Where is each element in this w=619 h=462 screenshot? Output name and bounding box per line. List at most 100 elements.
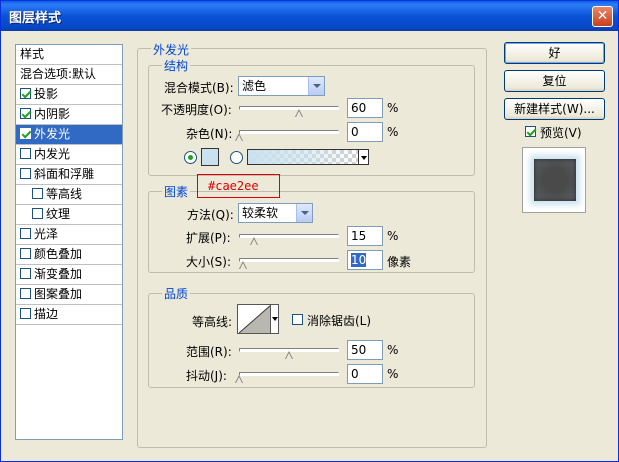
opacity-field[interactable]: 60 [347, 98, 383, 118]
range-unit: % [387, 343, 399, 357]
size-value: 10 [351, 253, 367, 267]
style-list-item-label: 内发光 [34, 147, 71, 161]
style-checkbox[interactable] [20, 308, 31, 319]
opacity-unit: % [387, 101, 399, 115]
opacity-slider-track[interactable] [239, 106, 339, 110]
style-list-item-label: 斜面和浮雕 [34, 167, 95, 181]
style-list-item[interactable]: 混合选项:默认 [16, 65, 122, 85]
style-preview-swatch [534, 159, 576, 201]
jitter-slider-thumb[interactable] [235, 375, 243, 384]
structure-title: 结构 [162, 57, 191, 74]
opacity-value: 60 [351, 101, 367, 115]
chevron-down-icon [361, 156, 367, 160]
noise-slider-track[interactable] [239, 130, 339, 134]
style-list-item[interactable]: 内阴影 [16, 105, 122, 125]
style-list-item-label: 图案叠加 [34, 287, 83, 301]
opacity-label: 不透明度(O): [161, 103, 232, 117]
layer-style-dialog: 图层样式 ✕ 样式 混合选项:默认 投影 内阴影 外发光 内发光 斜面和浮雕 等高线 纹理 光泽… [0, 0, 619, 462]
gradient-dropdown[interactable] [358, 149, 369, 165]
title-bar[interactable]: 图层样式 ✕ [1, 1, 618, 31]
style-list-item[interactable]: 颜色叠加 [16, 245, 122, 265]
style-checkbox[interactable] [20, 168, 31, 179]
size-slider-track[interactable] [239, 258, 339, 262]
chevron-down-icon [272, 317, 278, 321]
jitter-field[interactable]: 0 [347, 364, 383, 384]
size-slider-thumb[interactable] [239, 261, 247, 270]
size-field[interactable]: 10 [347, 250, 383, 270]
style-checkbox[interactable] [20, 228, 31, 239]
noise-label: 杂色(N): [186, 127, 233, 141]
style-list-item-label: 描边 [34, 307, 59, 321]
size-unit: 像素 [387, 255, 412, 269]
jitter-label: 抖动(J): [186, 369, 227, 383]
style-checkbox[interactable] [32, 188, 43, 199]
gradient-radio[interactable] [230, 151, 243, 164]
range-field[interactable]: 50 [347, 340, 383, 360]
style-list-item[interactable]: 图案叠加 [16, 285, 122, 305]
noise-slider-thumb[interactable] [235, 133, 243, 142]
close-button[interactable]: ✕ [592, 6, 613, 27]
style-checkbox[interactable] [20, 268, 31, 279]
blend-mode-select[interactable]: 滤色 [238, 76, 325, 96]
noise-value: 0 [351, 125, 359, 139]
range-value: 50 [351, 343, 367, 357]
contour-linear-icon [239, 305, 271, 333]
reset-button[interactable]: 复位 [504, 70, 605, 92]
style-list-item-label: 等高线 [46, 187, 83, 201]
preview-label[interactable]: 预览(V) [540, 124, 582, 141]
spread-unit: % [387, 229, 399, 243]
antialias-label[interactable]: 消除锯齿(L) [307, 312, 371, 329]
style-list-item[interactable]: 等高线 [16, 185, 122, 205]
style-preview-box [522, 147, 586, 213]
elements-title: 图素 [162, 183, 191, 200]
style-list-item-label: 光泽 [34, 227, 59, 241]
outer-glow-title: 外发光 [151, 41, 192, 58]
style-list-item[interactable]: 描边 [16, 305, 122, 325]
contour-dropdown[interactable] [270, 305, 278, 333]
style-list-header[interactable]: 样式 [16, 45, 122, 65]
gradient-swatch[interactable] [247, 149, 359, 165]
style-list-item[interactable]: 内发光 [16, 145, 122, 165]
preview-checkbox[interactable] [525, 126, 536, 137]
ok-button[interactable]: 好 [504, 42, 605, 64]
noise-field[interactable]: 0 [347, 122, 383, 142]
solid-color-radio[interactable] [184, 151, 197, 164]
noise-unit: % [387, 125, 399, 139]
range-slider-thumb[interactable] [285, 351, 293, 360]
style-list-item[interactable]: 投影 [16, 85, 122, 105]
style-checkbox[interactable] [32, 208, 43, 219]
style-list-item[interactable]: 光泽 [16, 225, 122, 245]
opacity-slider-thumb[interactable] [295, 109, 303, 118]
style-checkbox[interactable] [20, 108, 31, 119]
style-list-item-label: 纹理 [46, 207, 71, 221]
style-checkbox[interactable] [20, 248, 31, 259]
jitter-slider-track[interactable] [239, 372, 339, 376]
style-checkbox[interactable] [20, 88, 31, 99]
style-checkbox[interactable] [20, 288, 31, 299]
method-label: 方法(Q): [187, 208, 234, 222]
contour-picker[interactable] [237, 304, 279, 334]
style-list-item-label: 外发光 [34, 127, 71, 141]
new-style-button[interactable]: 新建样式(W)... [504, 98, 605, 120]
style-list-item-label: 内阴影 [34, 107, 71, 121]
chevron-down-icon[interactable] [308, 77, 324, 95]
range-label: 范围(R): [186, 345, 232, 359]
style-list-item[interactable]: 斜面和浮雕 [16, 165, 122, 185]
glow-color-swatch[interactable] [201, 148, 219, 166]
antialias-checkbox[interactable] [292, 314, 303, 325]
style-list-item[interactable]: 纹理 [16, 205, 122, 225]
contour-label: 等高线: [192, 315, 233, 329]
style-list-item[interactable]: 渐变叠加 [16, 265, 122, 285]
style-checkbox[interactable] [20, 128, 31, 139]
spread-slider-thumb[interactable] [250, 237, 258, 246]
spread-field[interactable]: 15 [347, 226, 383, 246]
spread-value: 15 [351, 229, 367, 243]
style-list-item-label: 颜色叠加 [34, 247, 83, 261]
color-annotation: #cae2ee [197, 174, 280, 198]
method-select[interactable]: 较柔软 [238, 203, 313, 223]
jitter-unit: % [387, 367, 399, 381]
chevron-down-icon[interactable] [296, 204, 312, 222]
style-checkbox[interactable] [20, 148, 31, 159]
style-list-item[interactable]: 外发光 [16, 125, 122, 145]
spread-label: 扩展(P): [186, 231, 231, 245]
